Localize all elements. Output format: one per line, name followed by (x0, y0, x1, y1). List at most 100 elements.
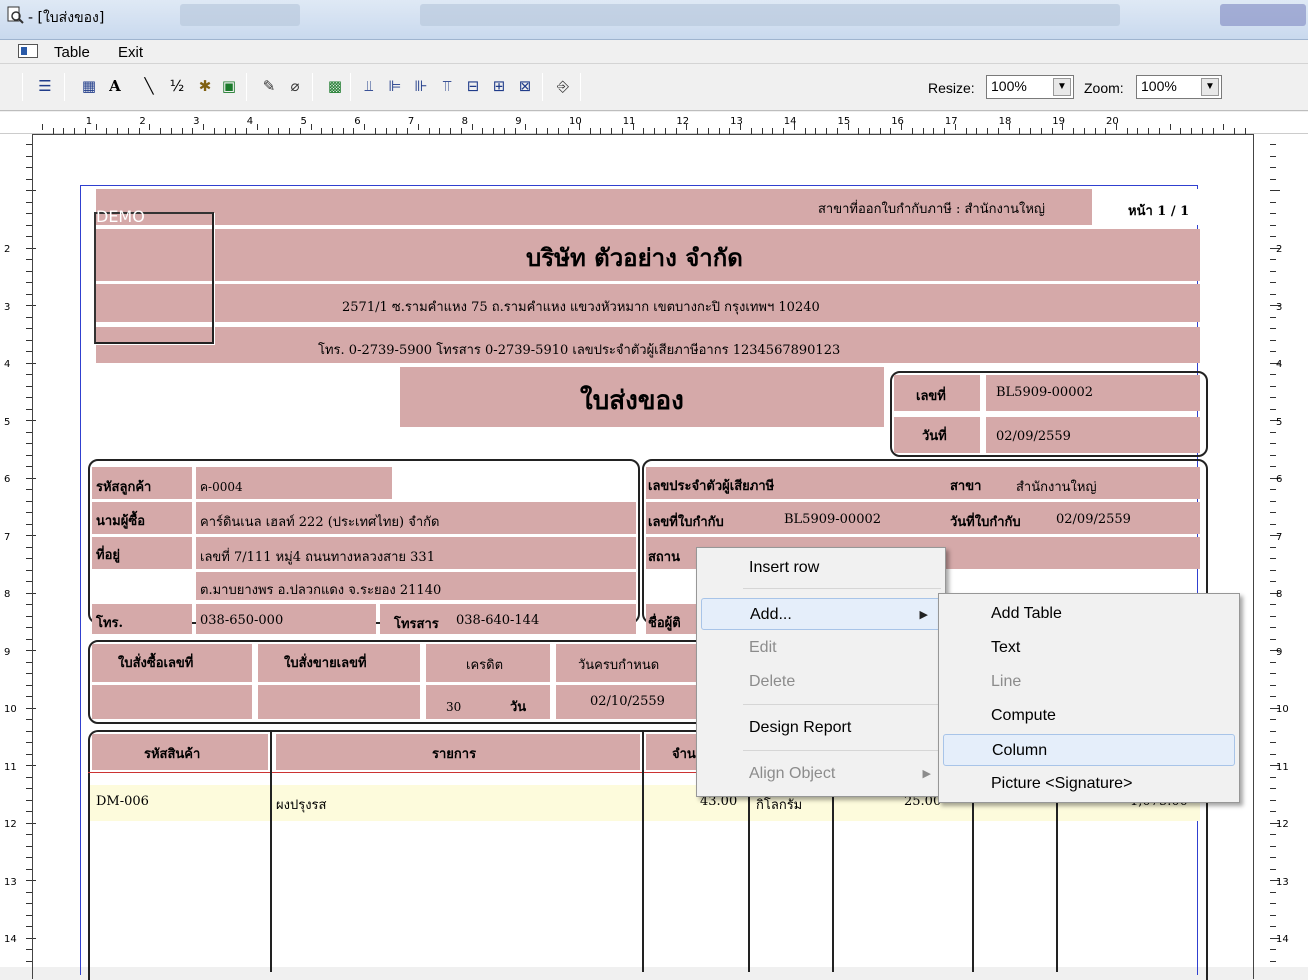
compute-icon[interactable]: ✱ (194, 75, 216, 97)
menu-table[interactable]: Table (54, 44, 90, 61)
ruler-tick (42, 124, 43, 130)
ruler-tick (1270, 546, 1276, 548)
properties-icon[interactable]: ☰ (34, 75, 56, 97)
doc-date-label: วันที่ (922, 429, 947, 444)
line-icon[interactable]: ╲ (138, 75, 160, 97)
due-label: วันครบกำหนด (578, 658, 660, 673)
ruler-tick (1270, 512, 1276, 513)
menu-exit[interactable]: Exit (118, 44, 143, 61)
ruler-right[interactable] (1262, 134, 1308, 967)
demo-watermark: DEMO (96, 207, 145, 226)
window-controls[interactable] (1220, 4, 1306, 26)
submenu-arrow-icon: ▶ (919, 609, 928, 621)
ruler-tick (1270, 201, 1276, 203)
menu-compute[interactable]: Compute (939, 700, 1239, 732)
ruler-tick (1270, 719, 1276, 720)
ruler-tick (1270, 914, 1276, 916)
resize-label: Resize: (928, 80, 975, 96)
place-label: สถาน (648, 550, 680, 565)
menu-delete[interactable]: Delete (697, 666, 945, 698)
align-top-icon[interactable]: ⫪ (436, 75, 458, 97)
ruler-side-number: 9 (4, 646, 11, 658)
menu-add[interactable]: Add... ▶ (701, 598, 943, 630)
credit-label: เครดิต (466, 658, 504, 673)
menu-bar: Table Exit (0, 40, 1308, 64)
buyer-name: คาร์ดินเนล เฮลท์ 222 (ประเทศไทย) จำกัด (200, 515, 440, 530)
ruler-tick (1270, 661, 1276, 663)
branch-label: สาขาที่ออกใบกำกับภาษี : สำนักงานใหญ่ (818, 202, 1045, 217)
same-width-icon[interactable]: ⊟ (462, 75, 484, 97)
table-icon[interactable]: ▦ (78, 75, 100, 97)
ruler-side-number: 11 (1276, 761, 1289, 773)
chevron-down-icon[interactable]: ▼ (1053, 78, 1071, 96)
ruler-tick (1270, 213, 1276, 214)
same-size-icon[interactable]: ⊠ (514, 75, 536, 97)
ruler-tick (1270, 638, 1276, 640)
design-canvas[interactable]: สาขาที่ออกใบกำกับภาษี : สำนักงานใหญ่ หน้… (0, 112, 1308, 980)
ruler-tick (1270, 155, 1276, 157)
chevron-down-icon[interactable]: ▼ (1201, 78, 1219, 96)
resize-value: 100% (991, 78, 1027, 94)
menu-line[interactable]: Line (939, 666, 1239, 698)
ruler-tick (1270, 891, 1276, 893)
ruler-side-number: 3 (4, 301, 11, 313)
ruler-tick (1270, 270, 1276, 272)
ruler-side-number: 3 (1276, 301, 1283, 313)
add-submenu: Add Table Text Line Compute Column Pictu… (938, 593, 1240, 803)
toolbar-separator (64, 73, 65, 101)
ruler-side-number: 13 (1276, 876, 1289, 888)
menu-picture-signature[interactable]: Picture <Signature> (939, 768, 1239, 800)
ruler-side-number: 11 (4, 761, 17, 773)
ruler-tick (1270, 753, 1276, 755)
eraser-icon[interactable]: ⌀ (284, 75, 306, 97)
tel: 038-650-000 (200, 613, 284, 628)
align-bottom-icon[interactable]: ⫫ (358, 75, 380, 97)
picture-icon[interactable]: ▣ (218, 75, 240, 97)
menu-text[interactable]: Text (939, 632, 1239, 664)
ruler-top-number: 20 (1106, 116, 1119, 127)
ruler-tick (1270, 500, 1276, 502)
system-menu-icon[interactable] (18, 44, 38, 58)
addr-label: ที่อยู่ (96, 548, 120, 563)
menu-design-report[interactable]: Design Report (697, 712, 945, 744)
align-left-icon[interactable]: ⊫ (384, 75, 406, 97)
percent-icon[interactable]: ½ (166, 75, 188, 97)
format-icon[interactable]: ✎ (258, 75, 280, 97)
align-right-icon[interactable]: ⊪ (410, 75, 432, 97)
ruler-top-number: 1 (85, 116, 93, 127)
col-code-header: รหัสสินค้า (144, 747, 201, 762)
menu-add-table[interactable]: Add Table (939, 598, 1239, 630)
ruler-side-number: 2 (4, 244, 11, 255)
resize-select[interactable]: 100% ▼ (986, 75, 1074, 99)
ruler-side-number: 9 (1276, 646, 1283, 658)
exit-door-icon[interactable]: ⎆ (552, 75, 574, 97)
ruler-tick (525, 124, 527, 130)
cell[interactable] (92, 685, 252, 719)
logo-picture[interactable] (94, 212, 214, 344)
menu-column[interactable]: Column (943, 734, 1235, 766)
ruler-side-number: 14 (4, 934, 17, 945)
zoom-select[interactable]: 100% ▼ (1136, 75, 1222, 99)
menu-separator (743, 704, 941, 705)
ruler-tick (1270, 604, 1276, 605)
ruler-side-number: 12 (4, 819, 17, 830)
menu-align-object[interactable]: Align Object ▶ (697, 758, 945, 790)
menu-insert-row[interactable]: Insert row (697, 552, 945, 584)
credit-days: 30 (446, 700, 462, 714)
same-height-icon[interactable]: ⊞ (488, 75, 510, 97)
toolbar-separator (542, 73, 543, 101)
doc-no-label: เลขที่ (916, 389, 946, 404)
due-date: 02/10/2559 (590, 694, 665, 709)
cell[interactable] (426, 685, 550, 719)
ruler-top-number: 9 (515, 116, 522, 127)
company-contact: โทร. 0-2739-5900 โทรสาร 0-2739-5910 เลขป… (318, 343, 841, 358)
cell[interactable] (258, 685, 420, 719)
text-icon[interactable]: A (104, 75, 126, 97)
branch2: สำนักงานใหญ่ (1016, 480, 1097, 495)
ruler-tick (1270, 811, 1276, 812)
menu-edit[interactable]: Edit (697, 632, 945, 664)
ruler-tick (1270, 259, 1276, 260)
chart-icon[interactable]: ▩ (324, 75, 346, 97)
ruler-tick (1270, 926, 1276, 927)
ruler-tick (1270, 569, 1276, 571)
